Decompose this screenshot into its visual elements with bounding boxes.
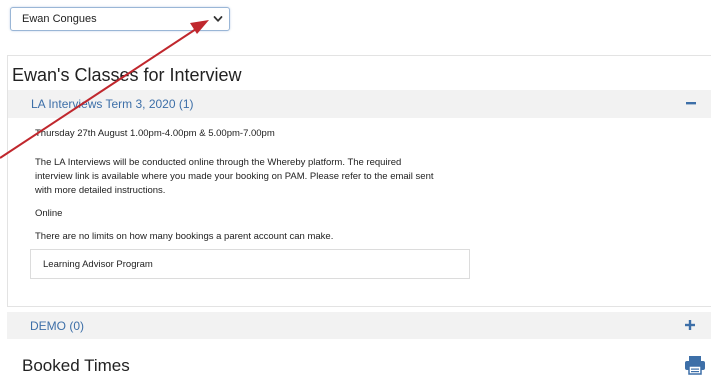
classes-title: Ewan's Classes for Interview [12,65,242,85]
program-item[interactable]: Learning Advisor Program [30,249,470,279]
description-line-2: interview link is available where you ma… [35,171,434,182]
interview-date: Thursday 27th August 1.00pm-4.00pm & 5.0… [35,128,275,139]
interview-location: Online [35,208,63,219]
description-line-3: with more detailed instructions. [35,185,166,196]
printer-icon[interactable] [684,355,706,375]
booking-limit-note: There are no limits on how many bookings… [35,231,334,242]
chevron-down-icon [213,16,223,22]
accordion-header-demo[interactable]: DEMO (0) [7,312,711,339]
program-label: Learning Advisor Program [43,259,153,270]
student-select-value: Ewan Congues [22,13,97,25]
classes-card: Ewan's Classes for Interview LA Intervie… [7,55,711,307]
accordion-header-la-interviews[interactable]: LA Interviews Term 3, 2020 (1) [8,90,711,118]
minus-icon[interactable] [684,96,698,110]
description-line-1: The LA Interviews will be conducted onli… [35,157,402,168]
plus-icon[interactable] [683,318,697,332]
booked-times-heading: Booked Times [22,356,130,375]
accordion-label: DEMO (0) [30,319,84,333]
student-select[interactable]: Ewan Congues [10,7,230,31]
accordion-label: LA Interviews Term 3, 2020 (1) [31,97,194,111]
